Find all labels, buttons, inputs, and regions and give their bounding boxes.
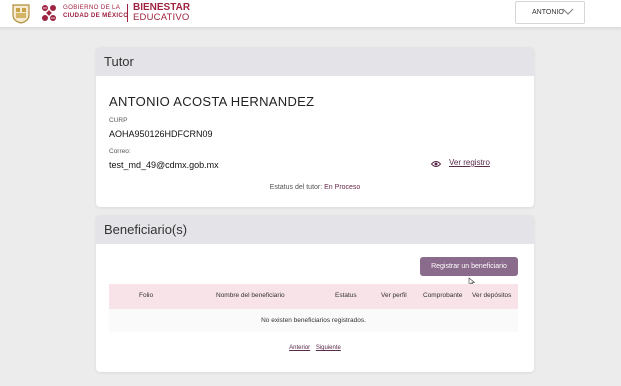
gov-line2: CIUDAD DE MÉXICO: [63, 12, 129, 19]
pagination: Anterior Siguiente: [96, 345, 534, 351]
tutor-name: ANTONIO ACOSTA HERNANDEZ: [109, 94, 315, 109]
tutor-card: Tutor ANTONIO ACOSTA HERNANDEZ CURP AOHA…: [96, 47, 534, 207]
brand-logo[interactable]: BIENESTAR EDUCATIVO: [133, 3, 190, 23]
column-receipt: Comprobante: [423, 292, 463, 299]
tutor-card-title: Tutor: [96, 47, 534, 76]
previous-page-link[interactable]: Anterior: [289, 345, 310, 351]
column-view-profile: Ver perfil: [381, 292, 407, 299]
beneficiaries-card: Beneficiario(s) Registrar un beneficiari…: [96, 215, 534, 372]
register-beneficiary-button[interactable]: Registrar un beneficiario: [420, 257, 518, 276]
logo-divider: [127, 4, 128, 22]
tutor-status-value: En Proceso: [324, 184, 361, 191]
tutor-status: Estatus del tutor: En Proceso: [96, 184, 534, 191]
eye-icon[interactable]: [431, 160, 441, 168]
gov-line1: GOBIERNO DE LA: [63, 4, 121, 11]
column-folio: Folio: [139, 292, 154, 299]
curp-value: AOHA950126HDFCRN09: [109, 129, 213, 139]
brand-line2: EDUCATIVO: [133, 12, 190, 23]
column-beneficiary-name: Nombre del beneficiario: [216, 292, 285, 299]
cdmx-seal-icon: [12, 4, 30, 24]
government-label: GOBIERNO DE LA CIUDAD DE MÉXICO: [63, 4, 128, 20]
beneficiaries-card-title: Beneficiario(s): [96, 215, 534, 244]
user-menu-button[interactable]: ANTONIO: [515, 1, 585, 24]
chevron-down-icon: [562, 8, 574, 15]
next-page-link[interactable]: Siguiente: [316, 345, 341, 351]
beneficiaries-table-header: Folio Nombre del beneficiario Estatus Ve…: [109, 284, 518, 309]
email-value: test_md_49@cdmx.gob.mx: [109, 160, 219, 170]
top-bar: GOBIERNO DE LA CIUDAD DE MÉXICO BIENESTA…: [0, 0, 621, 28]
view-record-link[interactable]: Ver registro: [449, 158, 490, 167]
table-row: No existen beneficiarios registrados.: [109, 309, 518, 332]
tutor-status-label: Estatus del tutor:: [269, 184, 323, 191]
curp-label: CURP: [109, 117, 128, 124]
email-label: Correo:: [109, 148, 131, 155]
cdmx-emblem-icon: [42, 5, 56, 21]
empty-message: No existen beneficiarios registrados.: [261, 317, 366, 324]
column-status: Estatus: [335, 292, 357, 299]
column-view-deposits: Ver depósitos: [472, 292, 512, 299]
user-name: ANTONIO: [532, 9, 564, 16]
